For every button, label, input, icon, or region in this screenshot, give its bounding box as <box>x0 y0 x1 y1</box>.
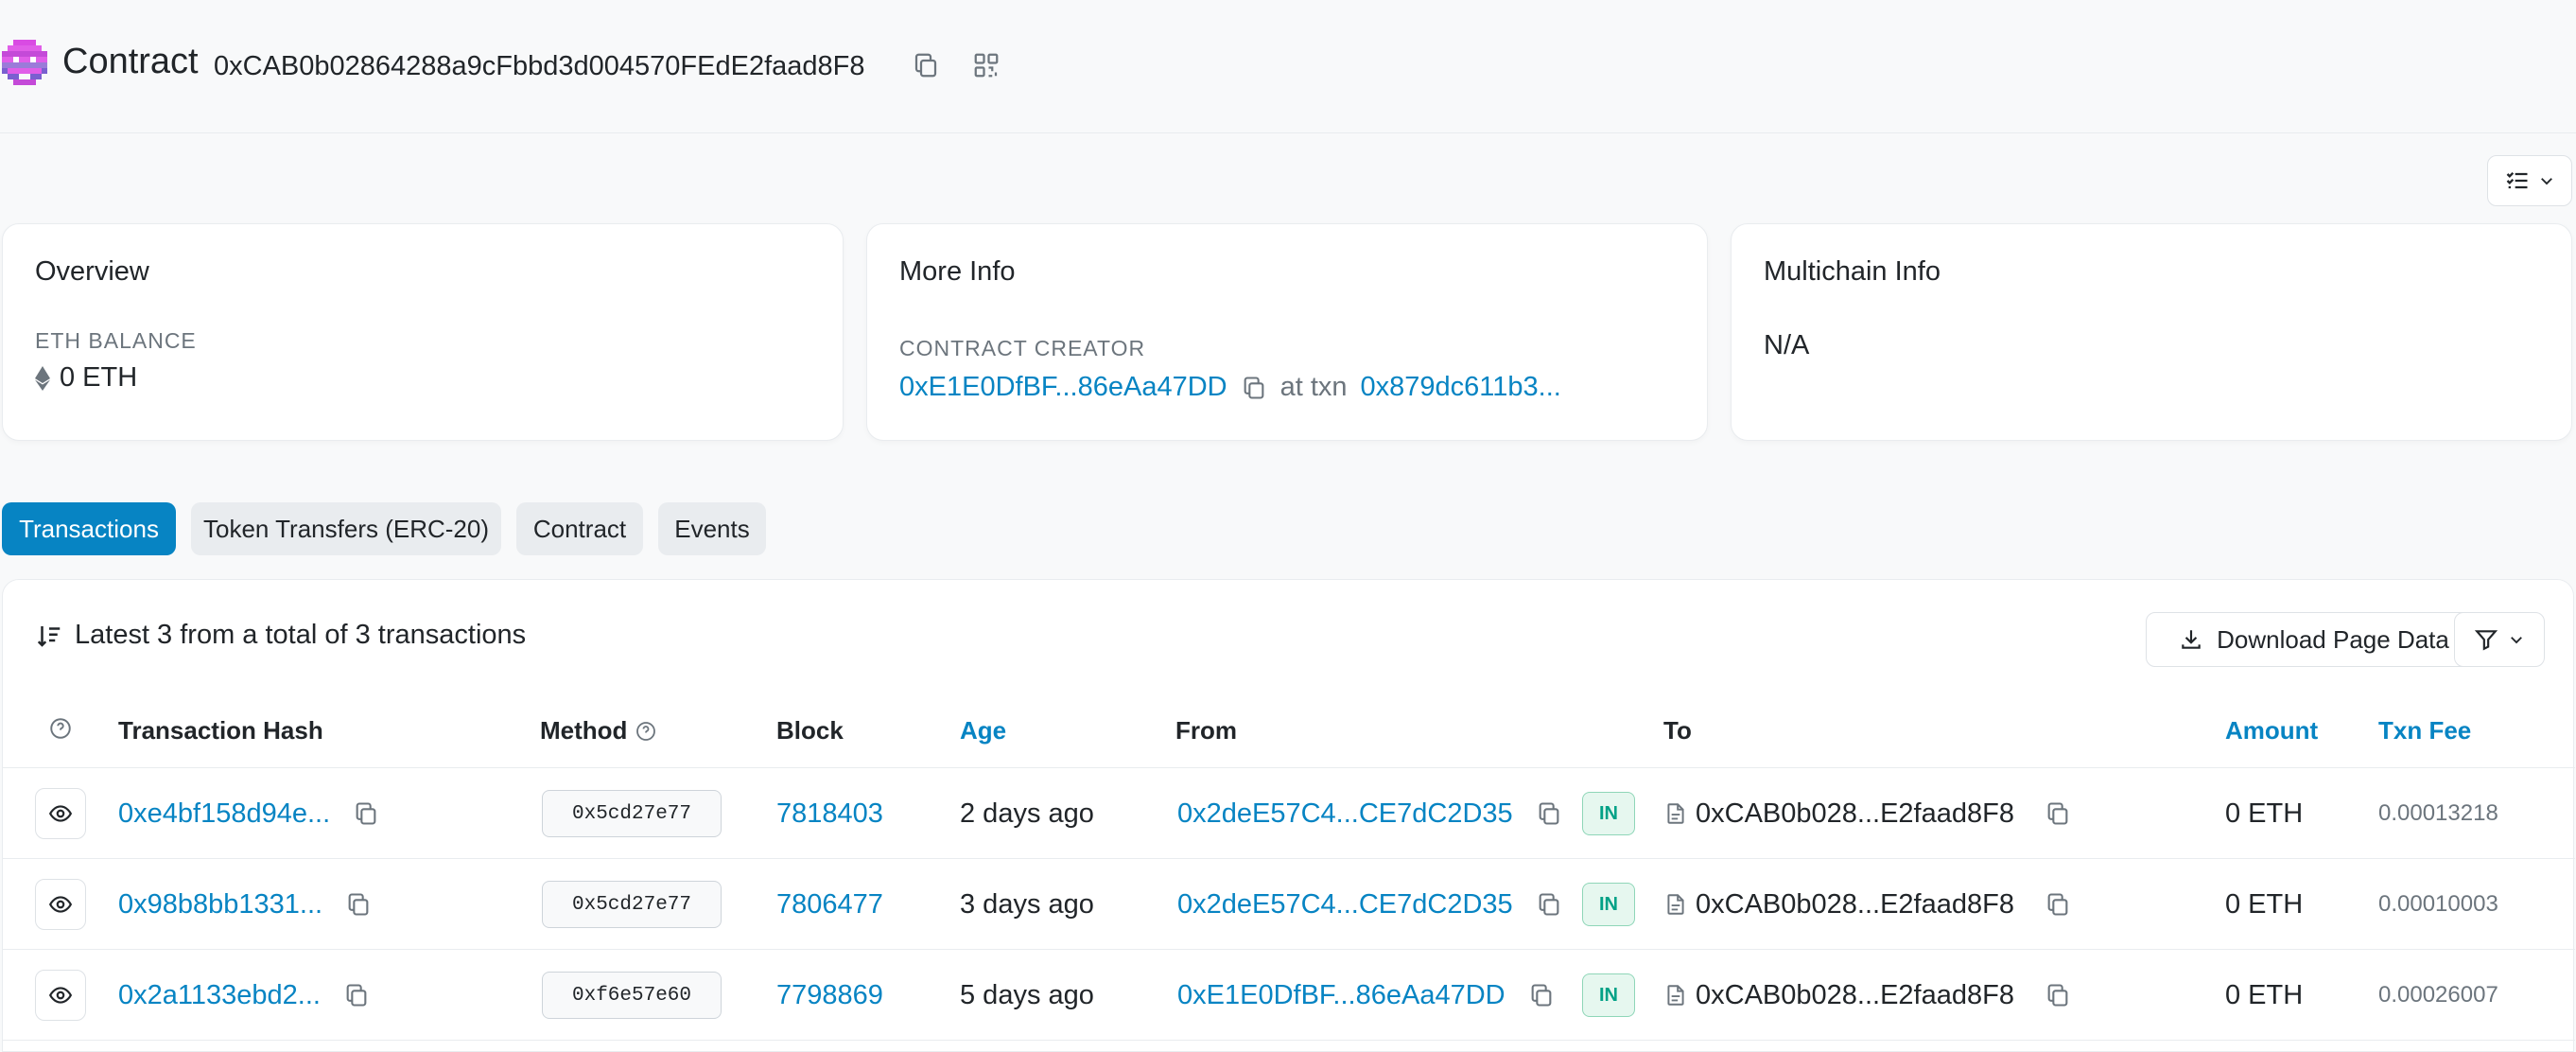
eye-icon[interactable] <box>35 879 86 930</box>
view-options-button[interactable] <box>2487 155 2572 206</box>
copy-icon[interactable] <box>345 891 372 918</box>
method-badge: 0xf6e57e60 <box>542 972 722 1019</box>
multichain-title: Multichain Info <box>1764 256 1941 287</box>
age-text: 3 days ago <box>960 888 1094 920</box>
copy-icon[interactable] <box>2045 982 2071 1008</box>
tab-token-transfers[interactable]: Token Transfers (ERC-20) <box>191 502 501 555</box>
list-check-icon <box>2504 167 2531 194</box>
tab-events[interactable]: Events <box>658 502 766 555</box>
contract-creator-value: 0xE1E0DfBF...86eAa47DD at txn 0x879dc611… <box>899 372 1561 403</box>
age-text: 2 days ago <box>960 798 1094 829</box>
summary-text: Latest 3 from a total of 3 transactions <box>75 620 527 650</box>
col-from: From <box>1175 716 1237 745</box>
direction-badge: IN <box>1582 792 1635 835</box>
sort-icon <box>35 622 63 650</box>
amount-text: 0 ETH <box>2225 979 2304 1010</box>
overview-title: Overview <box>35 256 149 287</box>
copy-icon[interactable] <box>912 51 940 79</box>
page-title: Contract <box>62 42 199 81</box>
amount-text: 0 ETH <box>2225 888 2304 920</box>
qr-code-icon[interactable] <box>972 51 1001 79</box>
copy-icon[interactable] <box>353 800 379 827</box>
direction-badge: IN <box>1582 883 1635 926</box>
txn-hash-link[interactable]: 0x2a1133ebd2... <box>118 980 321 1011</box>
method-badge: 0x5cd27e77 <box>542 881 722 928</box>
filter-button[interactable] <box>2454 612 2545 667</box>
from-address-link[interactable]: 0x2deE57C4...CE7dC2D35 <box>1177 798 1513 830</box>
creator-address-link[interactable]: 0xE1E0DfBF...86eAa47DD <box>899 372 1227 403</box>
chevron-down-icon <box>2508 631 2525 648</box>
transactions-table-card: Latest 3 from a total of 3 transactions … <box>2 579 2575 1052</box>
copy-icon[interactable] <box>1528 982 1555 1008</box>
contract-file-icon <box>1663 982 1688 1008</box>
table-row: 0xe4bf158d94e... 0x5cd27e77 7818403 2 da… <box>3 768 2575 859</box>
download-page-data-button[interactable]: Download Page Data <box>2146 612 2482 667</box>
block-link[interactable]: 7806477 <box>776 859 883 950</box>
eth-balance-label: ETH BALANCE <box>35 328 197 353</box>
col-method-label: Method <box>540 716 628 745</box>
table-row: 0x2a1133ebd2... 0xf6e57e60 7798869 5 day… <box>3 950 2575 1041</box>
multichain-value: N/A <box>1764 330 1810 360</box>
help-icon[interactable] <box>48 716 73 741</box>
col-age[interactable]: Age <box>960 716 1006 745</box>
eye-icon[interactable] <box>35 788 86 839</box>
help-icon[interactable] <box>635 720 657 743</box>
table-summary: Latest 3 from a total of 3 transactions <box>35 620 526 651</box>
direction-badge: IN <box>1582 973 1635 1017</box>
more-info-title: More Info <box>899 256 1016 287</box>
col-amount[interactable]: Amount <box>2225 716 2318 745</box>
contract-creator-label: CONTRACT CREATOR <box>899 336 1146 360</box>
page-header: Contract 0xCAB0b02864288a9cFbbd3d004570F… <box>0 0 2576 133</box>
table-row: 0x98b8bb1331... 0x5cd27e77 7806477 3 day… <box>3 859 2575 950</box>
filter-icon <box>2474 627 2498 652</box>
to-address[interactable]: 0xCAB0b028...E2faad8F8 <box>1696 798 2014 830</box>
tab-contract[interactable]: Contract <box>516 502 643 555</box>
block-link[interactable]: 7798869 <box>776 950 883 1041</box>
eth-balance-value: 0 ETH <box>35 362 137 394</box>
from-address-link[interactable]: 0x2deE57C4...CE7dC2D35 <box>1177 889 1513 920</box>
contract-file-icon <box>1663 891 1688 918</box>
tab-transactions[interactable]: Transactions <box>2 502 176 555</box>
block-link[interactable]: 7818403 <box>776 768 883 859</box>
txn-fee-text: 0.00010003 <box>2378 891 2498 917</box>
at-txn-text: at txn <box>1279 372 1348 402</box>
overview-card: Overview ETH BALANCE 0 ETH <box>2 223 844 441</box>
txn-hash-link[interactable]: 0xe4bf158d94e... <box>118 798 330 830</box>
copy-icon[interactable] <box>2045 800 2071 827</box>
txn-fee-text: 0.00026007 <box>2378 982 2498 1008</box>
avatar-icon <box>2 40 47 85</box>
copy-icon[interactable] <box>343 982 370 1008</box>
method-badge: 0x5cd27e77 <box>542 790 722 837</box>
copy-icon[interactable] <box>1536 800 1562 827</box>
col-to: To <box>1663 716 1692 745</box>
copy-icon[interactable] <box>1241 375 1267 401</box>
eth-balance-text: 0 ETH <box>60 362 138 393</box>
ethereum-icon <box>35 365 50 391</box>
col-method: Method <box>540 716 657 745</box>
to-address[interactable]: 0xCAB0b028...E2faad8F8 <box>1696 980 2014 1011</box>
download-icon <box>2179 627 2203 652</box>
contract-address: 0xCAB0b02864288a9cFbbd3d004570FEdE2faad8… <box>214 51 865 81</box>
amount-text: 0 ETH <box>2225 798 2304 829</box>
from-address-link[interactable]: 0xE1E0DfBF...86eAa47DD <box>1177 980 1506 1011</box>
age-text: 5 days ago <box>960 979 1094 1010</box>
download-label: Download Page Data <box>2217 624 2449 654</box>
txn-fee-text: 0.00013218 <box>2378 800 2498 826</box>
copy-icon[interactable] <box>2045 891 2071 918</box>
chevron-down-icon <box>2538 172 2555 189</box>
col-block: Block <box>776 716 844 745</box>
more-info-card: More Info CONTRACT CREATOR 0xE1E0DfBF...… <box>866 223 1708 441</box>
creator-txn-link[interactable]: 0x879dc611b3... <box>1361 372 1561 403</box>
contract-file-icon <box>1663 800 1688 827</box>
multichain-info-card: Multichain Info N/A <box>1731 223 2572 441</box>
col-txn-fee[interactable]: Txn Fee <box>2378 716 2471 745</box>
txn-hash-link[interactable]: 0x98b8bb1331... <box>118 889 322 920</box>
eye-icon[interactable] <box>35 970 86 1021</box>
copy-icon[interactable] <box>1536 891 1562 918</box>
to-address[interactable]: 0xCAB0b028...E2faad8F8 <box>1696 889 2014 920</box>
col-transaction-hash: Transaction Hash <box>118 716 323 745</box>
